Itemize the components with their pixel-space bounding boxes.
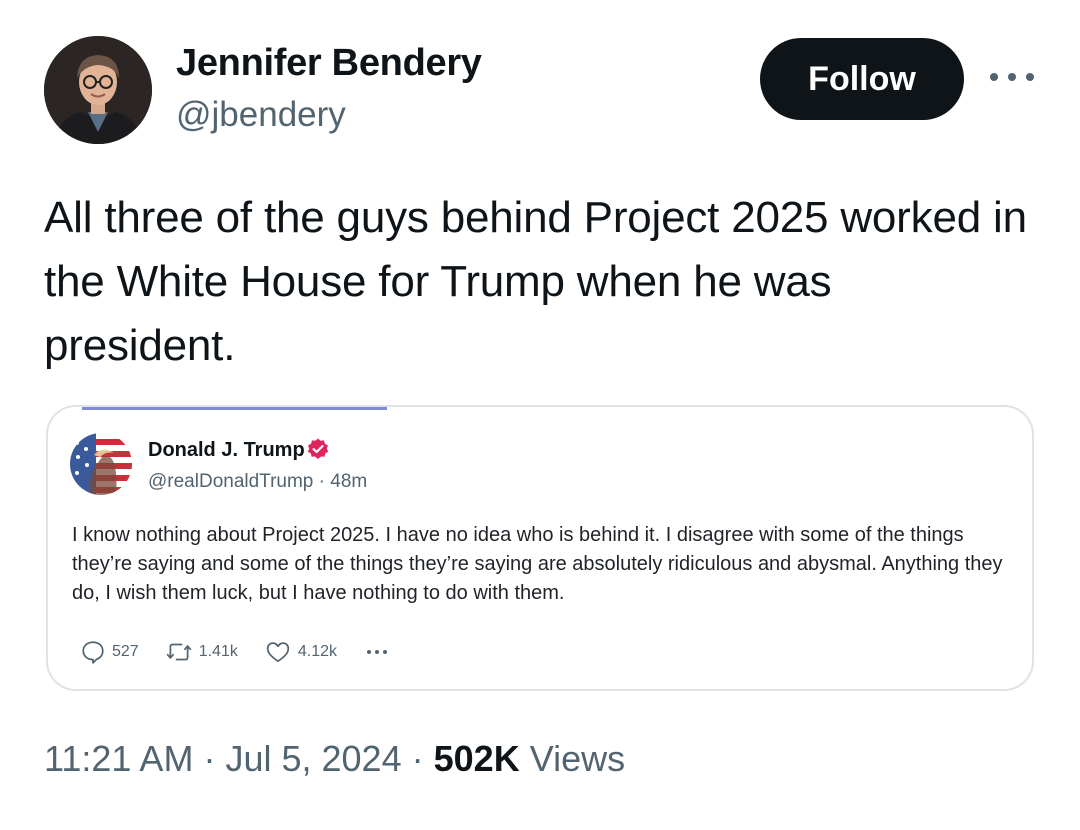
repost-button[interactable]: 1.41k [165,639,238,665]
verified-icon [307,438,329,459]
repost-count: 1.41k [198,643,238,660]
tweet-meta: 11:21 AM · Jul 5, 2024 · 502K Views [44,738,625,780]
like-count: 4.12k [297,643,337,660]
quote-avatar[interactable] [70,433,132,495]
quote-author-meta[interactable]: @realDonaldTrump · 48m [148,471,367,493]
tweet-time[interactable]: 11:21 AM [44,738,193,779]
reply-icon [82,641,104,664]
tweet-text: All three of the guys behind Project 202… [44,193,1027,370]
author-name[interactable]: Jennifer Bendery [176,42,482,85]
reply-count: 527 [112,643,139,660]
quote-author-name[interactable]: Donald J. Trump [148,439,305,462]
like-button[interactable]: 4.12k [264,639,337,665]
quote-more-icon[interactable] [366,650,387,654]
author-avatar[interactable] [44,36,152,144]
quote-time: 48m [330,471,368,492]
repost-icon [166,643,192,661]
quote-actions: 527 1.41k 4.12k [80,637,387,667]
quote-handle: @realDonaldTrump [148,471,314,492]
reply-button[interactable]: 527 [80,639,139,665]
quote-top-divider [82,407,387,410]
more-icon[interactable] [990,62,1034,92]
quote-card[interactable]: Donald J. Trump @realDonaldTrump · 48m I… [46,405,1034,691]
quote-separator: · [318,471,325,492]
views-count: 502K [433,738,520,779]
views-label: Views [529,738,626,779]
tweet-date[interactable]: Jul 5, 2024 [225,738,401,779]
meta-separator-2: · [411,738,424,779]
quote-text: I know nothing about Project 2025. I hav… [72,524,1003,604]
author-handle[interactable]: @jbendery [176,95,346,135]
follow-button[interactable]: Follow [760,38,964,120]
like-icon [266,642,290,663]
meta-separator: · [203,738,216,779]
